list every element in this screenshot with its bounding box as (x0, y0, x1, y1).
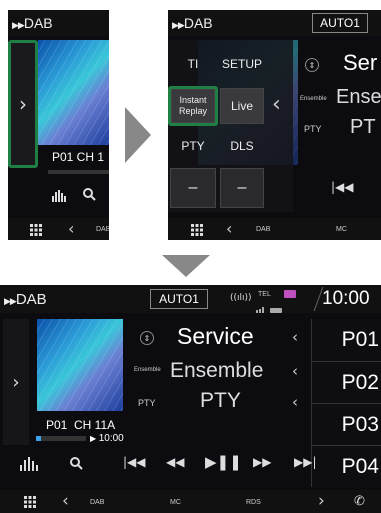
home-grid-icon[interactable] (24, 495, 36, 508)
progress-bar (36, 436, 86, 441)
status-bar: ▶▶DAB AUTO1 (168, 10, 381, 36)
dab-logo: ▶▶DAB (172, 15, 213, 31)
rewind-icon[interactable]: ◀◀ (166, 455, 184, 469)
equalizer-icon[interactable] (52, 188, 68, 202)
play-time: ▶ 10:00 (90, 433, 124, 444)
chevron-left-icon[interactable]: ‹ (68, 219, 74, 238)
auto-button[interactable]: AUTO1 (150, 289, 208, 309)
transition-arrow-right (125, 107, 151, 163)
progress-fill (36, 436, 41, 441)
station-label: P01 CH 1 (52, 150, 105, 164)
pty-chevron-icon[interactable]: ‹ (292, 393, 298, 411)
battery-icon (284, 290, 296, 298)
screen-dab-main: ▶▶DAB AUTO1 ((ılı)) TEL 10:00 › P01 CH 1… (0, 285, 381, 513)
album-art (37, 319, 123, 411)
ensemble-name: Ense (336, 86, 381, 108)
bottom-bar: ‹ DAB (8, 218, 109, 240)
previous-track-icon[interactable]: |◀◀ (123, 455, 146, 469)
tel-label: TEL (258, 291, 271, 298)
ensemble-name: Ensemble (170, 359, 264, 382)
ti-button[interactable]: TI (170, 44, 216, 84)
mc-source-label[interactable]: MC (170, 499, 181, 506)
bottom-bar: ‹ DAB MC RDS › ✆ (0, 490, 381, 513)
next-track-icon[interactable]: ▶▶| (294, 455, 317, 469)
wireless-icon: ((ılı)) (230, 293, 252, 303)
transition-arrow-down (162, 255, 210, 277)
minus-button-1[interactable]: – (170, 168, 216, 208)
bottom-bar: ‹ DAB MC (168, 218, 381, 240)
album-art (38, 40, 109, 145)
equalizer-icon[interactable] (20, 455, 38, 471)
progress-bar (48, 170, 109, 174)
dls-button[interactable]: DLS (220, 128, 264, 164)
pty-name: PT (350, 116, 376, 138)
station-label: P01 CH 11A (46, 418, 116, 432)
auto-button[interactable]: AUTO1 (312, 13, 368, 33)
service-up-down-icon[interactable]: ⇕ (305, 58, 319, 72)
setup-button[interactable]: SETUP (220, 44, 264, 84)
search-icon[interactable] (82, 187, 96, 201)
status-bar: ▶▶DAB (8, 10, 109, 36)
status-bar: ▶▶DAB AUTO1 ((ılı)) TEL 10:00 (0, 285, 381, 313)
dab-source-label[interactable]: DAB (256, 226, 270, 233)
time-value: 10:00 (98, 433, 124, 444)
ensemble-label: Ensemble (134, 367, 161, 373)
dab-logo: ▶▶DAB (4, 291, 47, 308)
home-grid-icon[interactable] (30, 223, 42, 236)
chevron-left-icon[interactable]: ‹ (226, 219, 232, 238)
preset-button-p01[interactable]: P01 (311, 319, 381, 361)
chevron-right-icon[interactable]: › (318, 491, 325, 511)
chevron-right-icon: › (12, 371, 20, 393)
ensemble-label: Ensemble (300, 96, 327, 102)
preset-button-p04[interactable]: P04 (311, 445, 381, 487)
pty-button[interactable]: PTY (170, 128, 216, 164)
pty-label: PTY (304, 124, 322, 134)
service-up-down-icon[interactable]: ⇕ (140, 331, 154, 345)
fast-forward-icon[interactable]: ▶▶ (253, 455, 271, 469)
service-name: Service (177, 323, 254, 349)
instant-replay-button[interactable]: Instant Replay (171, 89, 215, 123)
chevron-left-icon[interactable]: ‹ (62, 491, 69, 511)
close-panel-chevron-icon[interactable]: ‹ (272, 92, 281, 117)
home-grid-icon[interactable] (191, 223, 203, 236)
dab-source-label[interactable]: DAB (96, 226, 109, 233)
chevron-right-icon: › (19, 92, 27, 116)
ensemble-chevron-icon[interactable]: ‹ (292, 362, 298, 380)
clock: 10:00 (322, 288, 370, 309)
phone-icon[interactable]: ✆ (354, 494, 365, 509)
preset-button-p02[interactable]: P02 (311, 361, 381, 403)
dab-logo: ▶▶DAB (12, 15, 53, 31)
screen-closed-panel: ▶▶DAB P01 CH 1 ‹ DAB › (8, 10, 109, 240)
pty-label: PTY (138, 398, 156, 408)
open-panel-button[interactable]: › (3, 319, 29, 445)
open-panel-button[interactable]: › (11, 43, 35, 165)
search-icon[interactable] (69, 456, 83, 470)
pty-name: PTY (200, 389, 241, 412)
mc-source-label[interactable]: MC (336, 226, 347, 233)
live-button[interactable]: Live (220, 88, 264, 124)
play-pause-icon[interactable]: ▶❚❚ (205, 453, 242, 471)
rds-source-label[interactable]: RDS (246, 499, 261, 506)
screen-open-panel: ▶▶DAB AUTO1 TI SETUP Live PTY DLS – – ‹ … (168, 10, 381, 240)
preset-button-p03[interactable]: P03 (311, 403, 381, 445)
service-name: Ser (343, 50, 378, 75)
service-chevron-icon[interactable]: ‹ (292, 328, 298, 346)
signal-icon (256, 300, 284, 313)
dab-source-label[interactable]: DAB (90, 499, 104, 506)
previous-track-icon[interactable]: |◀◀ (331, 180, 354, 194)
minus-button-2[interactable]: – (220, 168, 264, 208)
